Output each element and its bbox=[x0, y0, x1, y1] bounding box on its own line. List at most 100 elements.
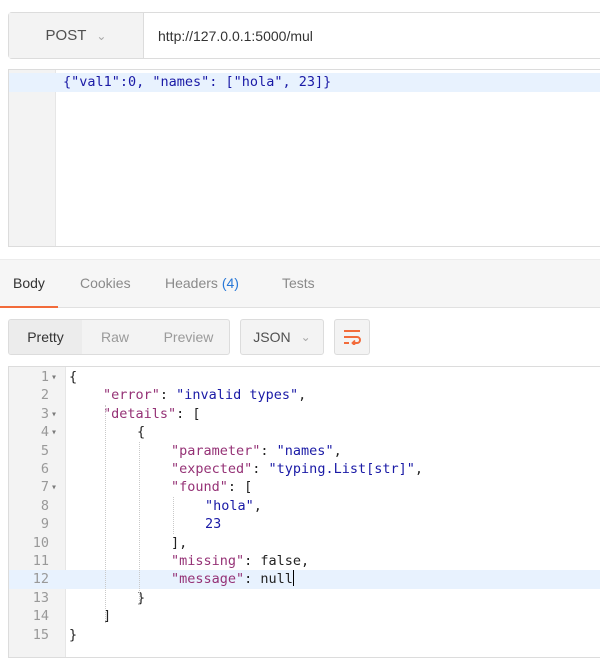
code-line[interactable]: 14] bbox=[9, 607, 600, 626]
fold-toggle-icon[interactable]: ▾ bbox=[51, 405, 57, 424]
json-punctuation: , bbox=[253, 497, 262, 514]
code-text: "found": [ bbox=[171, 478, 252, 497]
json-value: "invalid types" bbox=[176, 387, 299, 404]
json-key: "expected" bbox=[171, 461, 253, 477]
indent-guide bbox=[105, 405, 106, 623]
line-number: 12 bbox=[32, 571, 49, 588]
indent-guide bbox=[173, 497, 174, 534]
json-key: "missing" bbox=[171, 553, 245, 569]
json-punctuation: { bbox=[69, 369, 78, 385]
code-text: 23 bbox=[205, 515, 221, 534]
view-pretty-button[interactable]: Pretty bbox=[9, 320, 82, 354]
line-number: 13 bbox=[32, 589, 49, 606]
json-punctuation: { bbox=[137, 424, 146, 441]
line-number: 1 bbox=[575, 73, 600, 92]
code-line[interactable]: 9 23 bbox=[9, 515, 600, 534]
fold-toggle-icon[interactable]: ▾ bbox=[51, 368, 57, 387]
code-line[interactable]: 12 "message": null bbox=[9, 570, 600, 590]
code-line[interactable]: 3 ▾ "details": [ bbox=[9, 405, 600, 424]
json-key: "found" bbox=[171, 479, 228, 496]
line-number: 10 bbox=[32, 534, 49, 551]
editor-gutter bbox=[9, 70, 56, 246]
code-text: } bbox=[69, 626, 77, 645]
code-line[interactable]: 13} bbox=[9, 589, 600, 608]
json-punctuation: , bbox=[333, 442, 342, 459]
json-punctuation: : [ bbox=[227, 479, 253, 496]
code-line[interactable]: 15} bbox=[9, 626, 600, 645]
json-punctuation: , bbox=[298, 387, 307, 404]
json-value: "names" bbox=[276, 442, 334, 459]
text-cursor bbox=[292, 570, 294, 587]
code-text: "hola", bbox=[205, 497, 262, 516]
code-line[interactable]: 8 "hola", bbox=[9, 497, 600, 516]
code-line[interactable]: 5 "parameter": "names", bbox=[9, 442, 600, 461]
json-punctuation: : bbox=[260, 442, 277, 459]
code-text: "missing": false, bbox=[171, 552, 309, 571]
json-punctuation: } bbox=[69, 626, 78, 643]
fold-toggle-icon[interactable]: ▾ bbox=[51, 478, 57, 497]
code-line[interactable]: 11 "missing": false, bbox=[9, 552, 600, 571]
code-text: "details": [ bbox=[103, 405, 201, 424]
line-number: 5 bbox=[40, 442, 49, 459]
json-value: "typing.List[str]" bbox=[268, 461, 415, 477]
wrap-lines-button[interactable] bbox=[334, 319, 370, 355]
chevron-down-icon: ⌄ bbox=[300, 330, 311, 344]
line-number: 7 bbox=[40, 479, 49, 496]
code-line[interactable]: 1 ▾ { bbox=[9, 368, 600, 387]
line-number: 9 bbox=[40, 516, 49, 533]
json-key: "details" bbox=[103, 405, 177, 422]
view-raw-button[interactable]: Raw bbox=[82, 320, 148, 354]
line-number: 3 bbox=[40, 405, 49, 422]
request-bar: POST ⌄ http://127.0.0.1:5000/mul bbox=[8, 12, 600, 59]
json-punctuation: , bbox=[414, 461, 423, 477]
code-text: { bbox=[69, 368, 77, 387]
line-number: 2 bbox=[40, 387, 49, 404]
line-number: 6 bbox=[40, 461, 49, 477]
json-punctuation: : null bbox=[244, 571, 293, 588]
json-key: "message" bbox=[171, 571, 245, 588]
response-body-viewer[interactable]: 1 ▾{2 "error": "invalid types", 3 ▾ "details"… bbox=[8, 366, 600, 658]
code-line[interactable]: 2 "error": "invalid types", bbox=[9, 386, 600, 405]
line-number: 15 bbox=[32, 626, 49, 643]
fold-toggle-icon[interactable]: ▾ bbox=[51, 423, 57, 442]
code-text: "expected": "typing.List[str]", bbox=[171, 460, 423, 479]
tab-headers[interactable]: Headers (4) bbox=[165, 260, 239, 307]
code-text: "message": null bbox=[171, 570, 294, 589]
json-punctuation: : [ bbox=[176, 405, 201, 422]
json-key: "error" bbox=[103, 387, 160, 404]
method-dropdown[interactable]: POST ⌄ bbox=[9, 13, 144, 58]
response-tabs: Body Cookies Headers (4) Tests bbox=[0, 259, 600, 308]
code-text: { bbox=[137, 423, 145, 442]
code-line[interactable]: 6 "expected": "typing.List[str]", bbox=[9, 460, 600, 479]
code-line[interactable]: 4 ▾ { bbox=[9, 423, 600, 442]
request-body-line[interactable]: 1 {"val1":0, "names": ["hola", 23]} bbox=[9, 73, 600, 92]
format-dropdown[interactable]: JSON ⌄ bbox=[240, 319, 324, 355]
line-number: 14 bbox=[32, 608, 49, 625]
view-mode-toggle: Pretty Raw Preview bbox=[8, 319, 230, 355]
json-value: 23 bbox=[205, 516, 222, 533]
view-preview-button[interactable]: Preview bbox=[148, 320, 229, 354]
indent-guide bbox=[139, 442, 140, 605]
code-line[interactable]: 10], bbox=[9, 534, 600, 553]
code-text: "parameter": "names", bbox=[171, 442, 342, 461]
tab-cookies[interactable]: Cookies bbox=[80, 260, 131, 307]
json-value: "hola" bbox=[205, 497, 254, 514]
json-key: "parameter" bbox=[171, 442, 261, 459]
request-body-text[interactable]: {"val1":0, "names": ["hola", 23]} bbox=[63, 73, 331, 92]
tab-headers-label: Headers bbox=[165, 275, 218, 291]
url-input[interactable]: http://127.0.0.1:5000/mul bbox=[144, 13, 600, 58]
json-punctuation: : false, bbox=[244, 553, 310, 569]
code-line[interactable]: 7 ▾ "found": [ bbox=[9, 478, 600, 497]
tab-tests[interactable]: Tests bbox=[282, 260, 315, 307]
wrap-lines-icon bbox=[344, 330, 361, 345]
json-punctuation: : bbox=[159, 387, 177, 404]
json-punctuation: ], bbox=[171, 534, 188, 551]
request-body-editor[interactable]: 1 {"val1":0, "names": ["hola", 23]} bbox=[8, 69, 600, 247]
line-number: 4 bbox=[40, 424, 49, 441]
code-text: ], bbox=[171, 534, 187, 553]
method-label: POST bbox=[45, 27, 87, 44]
line-number: 1 bbox=[40, 369, 49, 385]
json-punctuation: : bbox=[252, 461, 269, 477]
line-number: 8 bbox=[40, 497, 49, 514]
tab-body[interactable]: Body bbox=[0, 260, 58, 308]
